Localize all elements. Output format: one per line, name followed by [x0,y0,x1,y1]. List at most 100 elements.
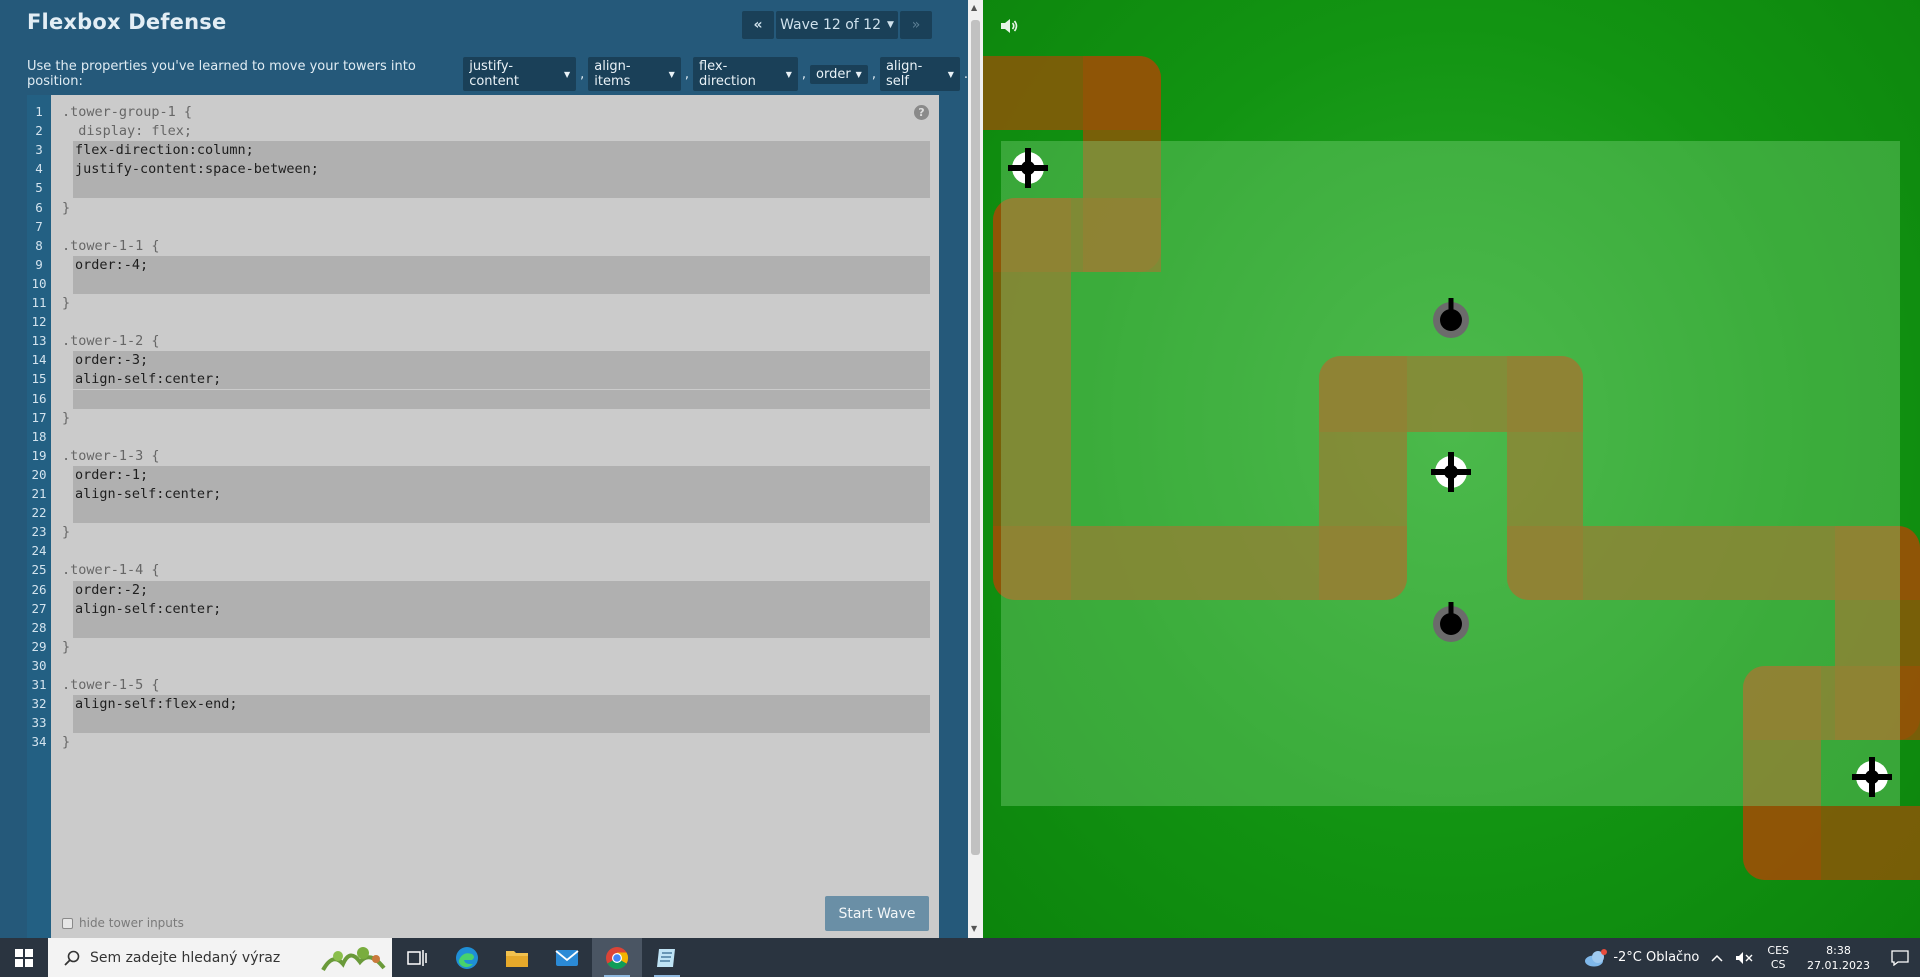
line-number: 1 [35,104,43,119]
line-number: 31 [31,677,47,692]
hide-tower-inputs-toggle[interactable]: hide tower inputs [62,916,184,930]
property-align-items[interactable]: align-items ▼ [588,57,681,91]
keyboard-layout: CS [1770,957,1786,971]
property-flex-direction[interactable]: flex-direction ▼ [692,57,798,91]
notes-app-icon[interactable] [642,938,692,977]
wave-select[interactable]: Wave 12 of 12 ▼ [776,11,898,39]
line-number: 8 [35,237,43,253]
taskbar: Sem zadejte hledaný výraz -2°C Oblačno C… [0,938,1920,977]
sound-icon[interactable] [999,17,1019,35]
clock[interactable]: 8:38 27.01.2023 [1797,943,1880,973]
previous-wave-button[interactable]: « [742,11,774,39]
line-number: 21 [31,486,47,501]
wave-select-label: Wave 12 of 12 [780,17,881,33]
help-icon[interactable]: ? [914,105,929,120]
clock-date: 27.01.2023 [1807,958,1870,972]
weather-widget[interactable]: -2°C Oblačno [1578,948,1705,967]
caret-down-icon: ▼ [668,69,675,79]
property-align-self[interactable]: align-self ▼ [879,57,960,91]
code-editor: 1 2 3 4 5 6 7 8 9 10 11 12 13 14 15 16 17 18 19 20 21 22 23 24 2… [27,95,939,938]
code-line: .tower-group-1 { [62,104,193,120]
checkbox[interactable] [62,917,73,929]
taskbar-search[interactable]: Sem zadejte hledaný výraz [48,938,392,977]
tower-input-line[interactable] [73,504,930,524]
cannon-tower-icon[interactable] [1431,298,1471,338]
speaker-muted-icon[interactable] [1729,951,1759,965]
tower-input-line[interactable] [73,618,930,638]
chrome-browser-icon[interactable] [592,938,642,977]
tower-input-line[interactable]: align-self:center; [73,485,930,504]
enemy-path [1743,806,1920,880]
line-number: 13 [31,333,47,349]
wave-navigation: « Wave 12 of 12 ▼ » [742,11,932,39]
line-number: 3 [35,142,43,158]
line-number: 15 [31,371,47,387]
cannon-tower-icon[interactable] [1431,602,1471,642]
start-wave-button[interactable]: Start Wave [825,896,929,931]
line-number-gutter: 1 2 3 4 5 6 7 8 9 10 11 12 13 14 15 16 17 18 19 20 21 22 23 24 2… [27,95,51,938]
task-view-icon[interactable] [392,938,442,977]
file-explorer-icon[interactable] [492,938,542,977]
code-line: .tower-1-4 { [62,562,160,579]
code-line: .tower-1-3 { [62,447,160,464]
tower-input-line[interactable]: order:-4; [73,255,930,275]
input-language[interactable]: CES CS [1759,944,1797,972]
property-justify-content[interactable]: justify-content ▼ [463,57,577,91]
windows-start-icon[interactable] [0,938,48,977]
code-line: } [62,199,71,216]
line-number: 20 [31,466,47,482]
caret-down-icon: ▼ [563,69,571,79]
property-label: align-items [594,59,631,89]
code-line: .tower-1-5 { [62,677,160,693]
crosshair-tower-icon[interactable] [1852,757,1892,797]
tower-input-line[interactable] [73,179,930,199]
caret-down-icon: ▼ [947,69,954,79]
search-placeholder: Sem zadejte hledaný výraz [90,949,281,966]
crosshair-tower-icon[interactable] [1431,452,1471,492]
tower-input-line[interactable]: align-self:flex-end; [73,695,930,715]
tower-input-line[interactable]: justify-content:space-between; [73,160,930,180]
line-number: 12 [31,314,47,330]
edge-browser-icon[interactable] [442,938,492,977]
page-title: Flexbox Defense [27,10,227,34]
mail-icon[interactable] [542,938,592,977]
tower-input-line[interactable]: flex-direction:column; [73,141,930,161]
search-highlight-illustration-icon [321,947,386,972]
property-label: order [816,66,851,82]
notification-icon[interactable] [1880,949,1920,966]
code-line: } [62,409,71,426]
cloud-weather-icon [1585,948,1608,966]
tower-input-line[interactable]: order:-2; [73,580,930,600]
scroll-down-arrow-icon[interactable]: ▼ [971,924,977,933]
weather-text: -2°C Oblačno [1613,950,1700,965]
line-number: 19 [31,447,47,463]
line-number: 32 [31,696,47,712]
tower-input-line[interactable]: order:-3; [73,351,930,371]
line-number: 29 [31,638,47,654]
left-panel: Flexbox Defense « Wave 12 of 12 ▼ » Use … [0,0,968,938]
hide-tower-inputs-label: hide tower inputs [79,916,184,930]
crosshair-tower-icon[interactable] [1008,148,1048,188]
game-board-area [983,0,1920,938]
tower-input-line[interactable] [73,389,930,409]
line-number: 7 [35,218,43,234]
line-number: 5 [35,180,43,196]
scroll-up-arrow-icon[interactable]: ▲ [971,3,977,12]
scroll-thumb[interactable] [971,20,980,855]
tower-input-line[interactable]: align-self:center; [73,599,930,619]
caret-down-icon: ▼ [886,20,894,30]
tower-input-line[interactable] [73,714,930,734]
line-number: 24 [31,543,47,559]
code-line: } [62,638,71,655]
caret-down-icon: ▼ [785,69,792,79]
tower-input-line[interactable] [73,274,930,294]
chevron-up-icon[interactable] [1705,954,1729,962]
tower-input-line[interactable]: align-self:center; [73,370,930,390]
next-wave-button[interactable]: » [900,11,932,39]
scrollbar[interactable]: ▲ ▼ [968,0,983,938]
code-line: .tower-1-2 { [62,333,160,350]
line-number: 30 [31,657,47,673]
property-order[interactable]: order ▼ [810,64,868,84]
tower-input-line[interactable]: order:-1; [73,465,930,485]
clock-time: 8:38 [1826,943,1851,957]
